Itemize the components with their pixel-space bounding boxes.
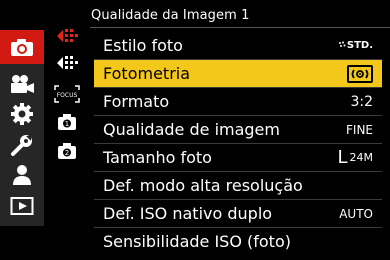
image-quality-page-2-icon — [57, 56, 78, 69]
shooting-page-1-label: 1 — [65, 120, 69, 128]
sub-tab-image-quality-1[interactable] — [44, 25, 90, 47]
picture-quality-value: FINE — [346, 122, 373, 137]
gear-icon — [11, 103, 33, 125]
multi-metering-icon — [347, 64, 373, 83]
shooting-page-2-label: 2 — [65, 149, 69, 157]
menu-item-metering[interactable]: Fotometria — [94, 60, 382, 87]
tab-video[interactable] — [0, 70, 44, 98]
menu-item-label: Sensibilidade ISO (foto) — [103, 232, 291, 251]
page-title: Qualidade da Imagem 1 — [91, 8, 250, 23]
menu-item-label: Fotometria — [103, 64, 191, 83]
menu-item-label: Tamanho foto — [103, 148, 212, 167]
focus-page-label: FOCUS — [57, 92, 78, 99]
menu-item-aspect-ratio[interactable]: Formato 3:2 — [94, 88, 382, 115]
sub-tab-image-quality-2[interactable] — [44, 52, 90, 74]
tab-photo[interactable] — [0, 31, 44, 63]
playback-icon — [10, 197, 34, 215]
menu-item-label: Estilo foto — [103, 36, 183, 55]
tab-my-menu[interactable] — [0, 161, 44, 189]
picture-size-value: L 24M — [337, 147, 373, 168]
camera-photo-icon — [11, 39, 33, 56]
menu-item-label: Def. modo alta resolução — [103, 176, 303, 195]
menu-item-dual-native-iso[interactable]: Def. ISO nativo duplo AUTO — [94, 200, 382, 227]
menu-item-picture-size[interactable]: Tamanho foto L 24M — [94, 144, 382, 171]
sub-tab-focus[interactable]: FOCUS — [44, 82, 90, 106]
aspect-ratio-value: 3:2 — [350, 93, 373, 110]
my-menu-person-icon — [13, 165, 31, 185]
dual-native-iso-value: AUTO — [339, 206, 373, 221]
wrench-icon — [11, 135, 32, 156]
shooting-page-1-icon: 1 — [58, 114, 76, 130]
sparkle-icon — [338, 41, 346, 47]
menu-item-label: Formato — [103, 92, 170, 111]
menu-item-label: Qualidade de imagem — [103, 120, 280, 139]
menu-item-label: Def. ISO nativo duplo — [103, 204, 273, 223]
tab-custom[interactable] — [0, 100, 44, 128]
tab-playback[interactable] — [0, 191, 44, 221]
sub-tab-shooting-2[interactable]: 2 — [44, 139, 90, 163]
shooting-page-2-icon: 2 — [58, 143, 76, 159]
menu-item-iso-sensitivity[interactable]: Sensibilidade ISO (foto) — [94, 228, 382, 255]
tab-setup[interactable] — [0, 131, 44, 159]
camera-menu-screen: FOCUS 1 2 Qualidade da Imagem 1 Estilo f… — [0, 0, 390, 260]
menu-item-high-resolution-mode[interactable]: Def. modo alta resolução — [94, 172, 382, 199]
title-divider — [90, 27, 390, 28]
focus-page-icon: FOCUS — [54, 85, 80, 103]
menu-item-picture-quality[interactable]: Qualidade de imagem FINE — [94, 116, 382, 143]
photo-style-value: STD. — [338, 40, 373, 51]
image-quality-page-icon — [57, 29, 78, 42]
metering-value — [347, 64, 373, 83]
sub-tab-shooting-1[interactable]: 1 — [44, 110, 90, 134]
movie-camera-icon — [11, 75, 34, 93]
menu-item-photo-style[interactable]: Estilo foto STD. — [94, 32, 382, 59]
